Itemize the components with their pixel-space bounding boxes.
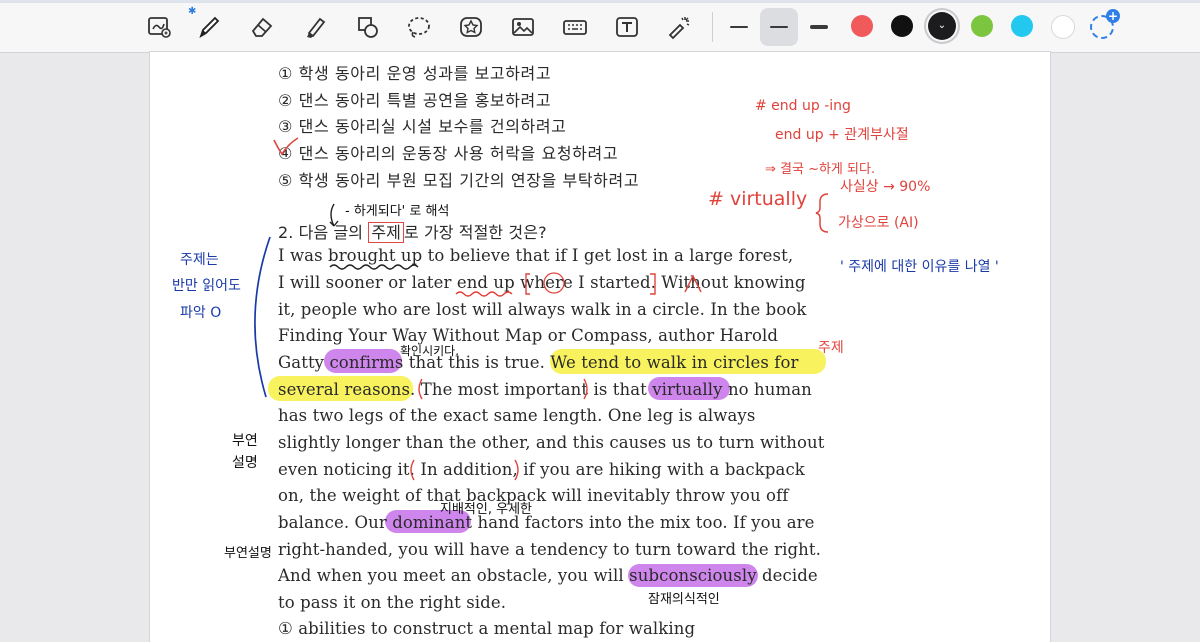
answer-choice: ⑤ 학생 동아리 부원 모집 기간의 연장을 부탁하려고	[278, 171, 640, 190]
plus-icon: +	[1106, 9, 1120, 23]
color-swatch-cyan[interactable]	[1011, 15, 1033, 37]
keyboard-icon[interactable]	[556, 8, 594, 46]
passage-line: has two legs of the exact same length. O…	[278, 406, 756, 425]
chevron-down-icon: ⌄	[937, 20, 947, 31]
passage-line: And when you meet an obstacle, you will …	[278, 566, 818, 585]
boxed-keyword: 주제	[368, 222, 404, 243]
note-topic-half: 반만 읽어도	[172, 278, 241, 294]
passage-line: slightly longer than the other, and this…	[278, 433, 825, 452]
wavy-underline	[329, 264, 419, 270]
passage-line: I was brought up to believe that if I ge…	[278, 246, 794, 265]
laser-pointer-icon[interactable]	[660, 8, 698, 46]
note-elaboration-2: 부연설명	[224, 546, 272, 561]
answer-choice: ① 학생 동아리 운영 성과를 보고하려고	[278, 64, 552, 83]
note-translation: - 하게되다' 로 해석	[345, 204, 450, 219]
color-swatch-selected-black[interactable]: ⌄	[928, 12, 956, 40]
note-reasons-list: ' 주제에 대한 이유를 나열 '	[840, 259, 999, 275]
image-icon[interactable]	[504, 8, 542, 46]
color-swatch-green[interactable]	[971, 15, 993, 37]
answer-choice: ③ 댄스 동아리실 시설 보수를 건의하려고	[278, 117, 567, 136]
sticker-icon[interactable]	[452, 8, 490, 46]
note-dominant: 지배적인, 우세한	[440, 502, 532, 517]
annotation-toolbar: ✱ ⌄ +	[0, 0, 1200, 53]
note-end-up-relative: end up + 관계부사절	[775, 127, 909, 143]
note-virtually: # virtually	[708, 188, 808, 210]
stroke-medium-button[interactable]	[760, 8, 798, 46]
question-title: 2. 다음 글의 주제 로 가장 적절한 것은?	[278, 222, 547, 243]
passage-line: Finding Your Way Without Map or Compass,…	[278, 326, 779, 345]
answer-choice: ④ 댄스 동아리의 운동장 사용 허락을 요청하려고	[278, 144, 619, 163]
add-color-button[interactable]: +	[1090, 9, 1120, 39]
red-brace	[815, 193, 829, 233]
note-topic-half: 주제는	[180, 252, 219, 268]
note-subconscious: 잠재의식적인	[648, 592, 720, 607]
note-topic: 주제	[818, 340, 844, 356]
note-elaboration: 부연	[232, 433, 258, 449]
answer-choice: ① abilities to construct a mental map fo…	[278, 619, 696, 638]
highlighter-icon[interactable]	[296, 8, 334, 46]
color-swatch-white[interactable]	[1051, 15, 1075, 39]
passage-line: right-handed, you will have a tendency t…	[278, 540, 821, 559]
lasso-icon[interactable]	[400, 8, 438, 46]
passage-line: balance. Our dominant hand factors into …	[278, 513, 815, 532]
document-page[interactable]: ① 학생 동아리 운영 성과를 보고하려고 ② 댄스 동아리 특별 공연을 홍보…	[150, 52, 1050, 642]
passage-line: Gatty confirms that this is true. We ten…	[278, 353, 799, 372]
eraser-icon[interactable]	[243, 8, 281, 46]
note-meaning-2: 가상으로 (AI)	[838, 215, 919, 231]
blue-bracket	[254, 236, 271, 398]
toolbar-divider	[712, 12, 713, 42]
color-swatch-black[interactable]	[891, 15, 913, 37]
passage-line: even noticing it. In addition, if you ar…	[278, 460, 805, 479]
stroke-thick-button[interactable]	[800, 8, 838, 46]
pen-icon[interactable]	[190, 8, 228, 46]
stroke-thin-button[interactable]	[720, 8, 758, 46]
text-box-icon[interactable]	[608, 8, 646, 46]
passage-line: it, people who are lost will always walk…	[278, 300, 807, 319]
zoom-box-icon[interactable]	[140, 8, 178, 46]
note-end-up-ing: # end up -ing	[755, 98, 851, 114]
note-meaning: ⇒ 결국 ~하게 되다.	[765, 162, 876, 177]
answer-choice: ② 댄스 동아리 특별 공연을 홍보하려고	[278, 91, 552, 110]
passage-line: I will sooner or later end up where I st…	[278, 273, 806, 292]
note-confirms: 확인시키다.	[400, 344, 460, 358]
passage-line: several reasons. The most important is t…	[278, 380, 812, 399]
red-wavy-underline	[455, 291, 513, 297]
passage-line: on, the weight of that backpack will ine…	[278, 486, 789, 505]
note-topic-half: 파악 O	[180, 305, 222, 321]
note-meaning-1: 사실상 → 90%	[840, 179, 931, 195]
passage-line: to pass it on the right side.	[278, 593, 507, 612]
toolbar-top-border	[0, 0, 1200, 3]
note-elaboration: 설명	[232, 455, 258, 471]
shapes-icon[interactable]	[349, 8, 387, 46]
color-swatch-red[interactable]	[851, 15, 873, 37]
